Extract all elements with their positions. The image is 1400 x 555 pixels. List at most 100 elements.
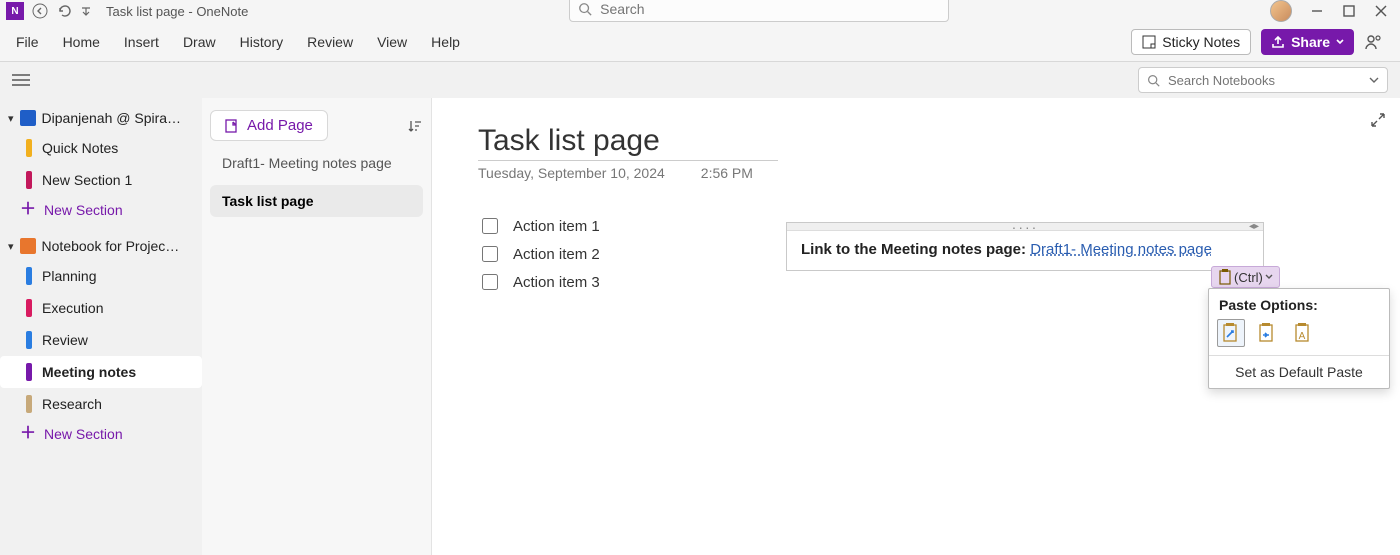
- section-color-bar: [26, 395, 32, 413]
- sticky-note-icon: [1142, 35, 1156, 49]
- notebook-name: Dipanjenah @ Spiral...: [42, 110, 182, 126]
- notebook-search[interactable]: [1138, 67, 1388, 93]
- set-default-paste[interactable]: Set as Default Paste: [1209, 355, 1389, 388]
- page-list-panel: Add Page Draft1- Meeting notes page Task…: [202, 98, 432, 555]
- sticky-notes-button[interactable]: Sticky Notes: [1131, 29, 1251, 55]
- new-section-label: New Section: [44, 202, 123, 218]
- task-checkbox[interactable]: [482, 218, 498, 234]
- section-color-bar: [26, 299, 32, 317]
- user-avatar[interactable]: [1270, 0, 1292, 22]
- menu-review[interactable]: Review: [307, 34, 353, 50]
- share-icon: [1271, 35, 1285, 49]
- chevron-down-icon: ▾: [8, 112, 14, 125]
- window-title: Task list page - OneNote: [106, 4, 248, 19]
- global-search[interactable]: [569, 0, 949, 22]
- page-item[interactable]: Draft1- Meeting notes page: [210, 147, 423, 179]
- section-item[interactable]: Planning: [0, 260, 202, 292]
- section-item[interactable]: Execution: [0, 292, 202, 324]
- menu-home[interactable]: Home: [63, 34, 100, 50]
- maximize-button[interactable]: [1342, 4, 1356, 18]
- menu-history[interactable]: History: [240, 34, 284, 50]
- paste-text-only[interactable]: A: [1289, 319, 1317, 347]
- notebook-header[interactable]: ▾ Dipanjenah @ Spiral...: [0, 104, 202, 132]
- new-section-label: New Section: [44, 426, 123, 442]
- floating-note-content[interactable]: Link to the Meeting notes page: Draft1- …: [787, 231, 1263, 270]
- section-label: Execution: [42, 300, 103, 316]
- section-label: Research: [42, 396, 102, 412]
- notebook-search-input[interactable]: [1166, 72, 1363, 89]
- plus-icon: ＋: [20, 427, 36, 441]
- chevron-down-icon: ▾: [8, 240, 14, 253]
- global-search-input[interactable]: [598, 0, 940, 18]
- task-label: Action item 3: [513, 274, 600, 291]
- share-label: Share: [1291, 34, 1330, 50]
- add-page-icon: [225, 119, 239, 133]
- add-page-button[interactable]: Add Page: [210, 110, 328, 141]
- task-label: Action item 2: [513, 246, 600, 263]
- menu-view[interactable]: View: [377, 34, 407, 50]
- search-icon: [578, 2, 592, 16]
- menu-bar: File Home Insert Draw History Review Vie…: [0, 22, 1400, 62]
- svg-text:A: A: [1299, 331, 1306, 342]
- section-color-bar: [26, 267, 32, 285]
- notebook-icon: [20, 238, 36, 254]
- task-checkbox[interactable]: [482, 274, 498, 290]
- onenote-app-icon: N: [6, 2, 24, 20]
- section-label: Review: [42, 332, 88, 348]
- minimize-button[interactable]: [1310, 4, 1324, 18]
- customize-qat-icon[interactable]: [80, 5, 92, 17]
- page-item-selected[interactable]: Task list page: [210, 185, 423, 217]
- menu-file[interactable]: File: [16, 34, 39, 50]
- nav-toggle-icon[interactable]: [12, 73, 30, 87]
- meeting-notes-link[interactable]: Draft1- Meeting notes page: [1030, 241, 1212, 258]
- menu-draw[interactable]: Draw: [183, 34, 216, 50]
- chevron-down-icon[interactable]: [1369, 75, 1379, 85]
- section-label: Meeting notes: [42, 364, 136, 380]
- paste-keep-source-formatting[interactable]: [1217, 319, 1245, 347]
- resize-arrows-icon[interactable]: ◂▸: [1249, 221, 1259, 232]
- menu-help[interactable]: Help: [431, 34, 460, 50]
- expand-icon[interactable]: [1370, 112, 1386, 128]
- sticky-notes-label: Sticky Notes: [1162, 34, 1240, 50]
- sort-icon[interactable]: [407, 118, 423, 134]
- floating-note-prefix: Link to the Meeting notes page:: [801, 241, 1030, 258]
- clipboard-icon: [1218, 269, 1232, 285]
- paste-merge-formatting[interactable]: [1253, 319, 1281, 347]
- section-item[interactable]: Quick Notes: [0, 132, 202, 164]
- paste-options-header: Paste Options:: [1209, 289, 1389, 319]
- people-icon[interactable]: [1364, 32, 1384, 52]
- task-label: Action item 1: [513, 218, 600, 235]
- task-checkbox[interactable]: [482, 246, 498, 262]
- section-label: Planning: [42, 268, 97, 284]
- back-icon[interactable]: [32, 3, 48, 19]
- notebook-icon: [20, 110, 36, 126]
- notebook-header[interactable]: ▾ Notebook for Project A: [0, 232, 202, 260]
- page-date: Tuesday, September 10, 2024: [478, 165, 665, 181]
- plus-icon: ＋: [20, 203, 36, 217]
- section-item[interactable]: Review: [0, 324, 202, 356]
- menu-insert[interactable]: Insert: [124, 34, 159, 50]
- section-item-selected[interactable]: Meeting notes: [0, 356, 202, 388]
- section-item[interactable]: Research: [0, 388, 202, 420]
- section-label: New Section 1: [42, 172, 132, 188]
- section-label: Quick Notes: [42, 140, 118, 156]
- notebook-sidebar: ▾ Dipanjenah @ Spiral... Quick Notes New…: [0, 98, 202, 555]
- new-section-button[interactable]: ＋ New Section: [0, 196, 202, 224]
- share-button[interactable]: Share: [1261, 29, 1354, 55]
- add-page-label: Add Page: [247, 117, 313, 134]
- section-color-bar: [26, 139, 32, 157]
- close-button[interactable]: [1374, 4, 1388, 18]
- chevron-down-icon: [1265, 273, 1273, 281]
- page-title[interactable]: Task list page: [478, 124, 778, 161]
- page-time: 2:56 PM: [701, 165, 753, 181]
- secondary-bar: [0, 62, 1400, 98]
- section-item[interactable]: New Section 1: [0, 164, 202, 196]
- paste-options-popup: Paste Options: A Set as Default Paste: [1208, 288, 1390, 389]
- section-color-bar: [26, 331, 32, 349]
- undo-icon[interactable]: [56, 3, 72, 19]
- drag-handle[interactable]: ◂▸: [787, 223, 1263, 231]
- new-section-button[interactable]: ＋ New Section: [0, 420, 202, 448]
- floating-note-container[interactable]: ◂▸ Link to the Meeting notes page: Draft…: [786, 222, 1264, 271]
- section-color-bar: [26, 363, 32, 381]
- paste-ctrl-button[interactable]: (Ctrl): [1211, 266, 1280, 288]
